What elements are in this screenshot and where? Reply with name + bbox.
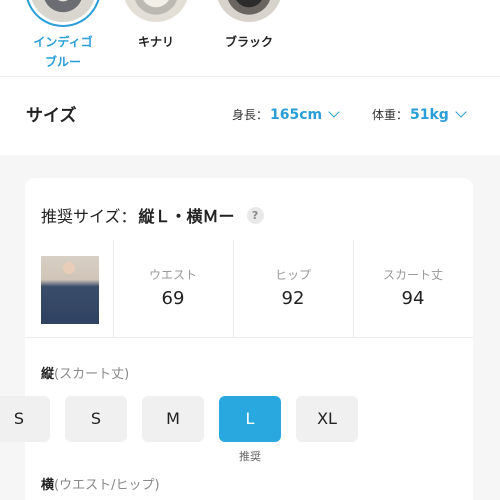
color-indigo-blue-image [30, 0, 96, 22]
weight-filter-value: 51kg [410, 106, 449, 123]
length-size-button-s[interactable]: S [65, 396, 127, 442]
measurement-hip-label: ヒップ [274, 268, 311, 282]
measurement-waist: ウエスト 69 [113, 266, 233, 309]
color-indigo-blue-label-line1: インディゴ [33, 35, 93, 49]
weight-filter-label: 体重： [372, 108, 409, 122]
length-group-label-rest: (スカート丈) [54, 367, 130, 382]
width-group-label-rest: (ウエスト/ヒップ) [54, 478, 160, 493]
measurement-waist-label: ウエスト [148, 268, 197, 282]
height-filter-value: 165cm [270, 106, 323, 123]
measurement-hip-value: 92 [281, 288, 305, 309]
color-kinari-label: キナリ [137, 35, 174, 49]
measurements-row: ウエスト 69 ヒップ 92 スカート丈 94 [25, 240, 473, 338]
color-black-image [216, 0, 282, 22]
length-size-button-s-partial[interactable]: S [0, 396, 50, 442]
width-group-label-bold: 横 [41, 478, 55, 493]
color-kinari-image [123, 0, 189, 22]
chevron-down-icon [328, 106, 340, 118]
weight-filter[interactable]: 体重： 51kg [372, 106, 467, 123]
section-divider [0, 76, 500, 77]
width-group-label: 横(ウエスト/ヒップ) [41, 474, 160, 493]
recommended-size-value: 縦Ｌ・横Ｍー [138, 207, 235, 226]
recommended-tag: 推奨 [239, 450, 261, 463]
top-panel: インディゴ ブルー キナリ ブラック サイズ 身長： 165cm 体重： 51k… [0, 0, 500, 155]
measurement-waist-value: 69 [161, 288, 185, 309]
length-size-button-l[interactable]: L [219, 396, 281, 442]
model-photo [41, 256, 99, 324]
measurement-skirt-length: スカート丈 94 [353, 266, 473, 309]
chevron-down-icon [455, 106, 467, 118]
length-group-label-bold: 縦 [41, 367, 55, 382]
size-section-title: サイズ [26, 106, 77, 126]
recommended-size-line: 推奨サイズ： 縦Ｌ・横Ｍー ? [41, 203, 264, 227]
length-size-button-xl[interactable]: XL [296, 396, 358, 442]
height-filter[interactable]: 身長： 165cm [232, 106, 340, 123]
length-size-button-m[interactable]: M [142, 396, 204, 442]
color-indigo-blue-label-line2: ブルー [44, 55, 81, 69]
measurement-skirt-length-value: 94 [401, 288, 425, 309]
recommended-size-label: 推奨サイズ： [41, 207, 137, 226]
length-group-label: 縦(スカート丈) [41, 363, 129, 382]
measurement-hip: ヒップ 92 [233, 266, 353, 309]
height-filter-label: 身長： [232, 108, 269, 122]
color-black-label: ブラック [224, 35, 273, 49]
help-icon[interactable]: ? [246, 206, 264, 224]
size-recommendation-card: 推奨サイズ： 縦Ｌ・横Ｍー ? ウエスト 69 ヒップ 92 スカート丈 94 … [0, 178, 473, 500]
measurement-skirt-length-label: スカート丈 [382, 268, 443, 282]
